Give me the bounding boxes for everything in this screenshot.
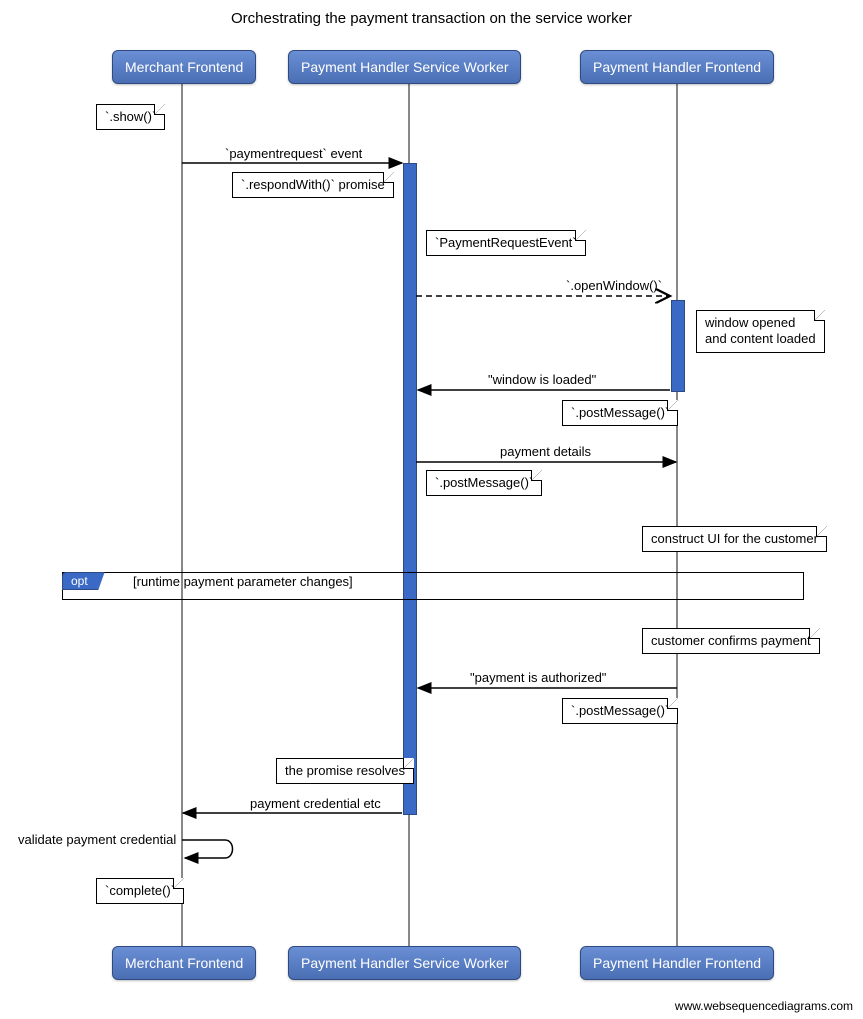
arrows-layer — [0, 0, 863, 1019]
msg-validate: validate payment credential — [18, 832, 176, 847]
msg-payment-authorized: "payment is authorized" — [470, 670, 606, 685]
sequence-diagram: Orchestrating the payment transaction on… — [0, 0, 863, 1019]
note-complete: `complete()` — [96, 878, 184, 904]
participant-frontend-top: Payment Handler Frontend — [580, 50, 774, 84]
participant-merchant-top: Merchant Frontend — [112, 50, 256, 84]
credit: www.websequencediagrams.com — [675, 999, 853, 1013]
participant-worker-top: Payment Handler Service Worker — [288, 50, 521, 84]
lifeline-merchant — [181, 84, 183, 946]
msg-paymentrequest: `paymentrequest` event — [225, 146, 362, 161]
msg-openwindow: `.openWindow()` — [566, 278, 662, 293]
participant-frontend-bottom: Payment Handler Frontend — [580, 946, 774, 980]
note-postmessage-1: `.postMessage()` — [562, 400, 678, 426]
msg-payment-details: payment details — [500, 444, 591, 459]
note-customer-confirms: customer confirms payment — [642, 628, 820, 654]
participant-merchant-bottom: Merchant Frontend — [112, 946, 256, 980]
msg-window-loaded: "window is loaded" — [488, 372, 596, 387]
opt-frame: opt [runtime payment parameter changes] — [62, 572, 804, 600]
note-paymentrequestevent: `PaymentRequestEvent` — [426, 230, 586, 256]
note-construct-ui: construct UI for the customer — [642, 526, 827, 552]
participant-worker-bottom: Payment Handler Service Worker — [288, 946, 521, 980]
activation-worker — [403, 163, 417, 815]
note-postmessage-3: `.postMessage()` — [562, 698, 678, 724]
note-show: `.show()` — [96, 104, 165, 130]
note-promise-resolves: the promise resolves — [276, 758, 414, 784]
note-postmessage-2: `.postMessage()` — [426, 470, 542, 496]
activation-frontend — [671, 300, 685, 392]
opt-guard: [runtime payment parameter changes] — [133, 574, 353, 589]
note-window-opened: window opened and content loaded — [696, 310, 825, 353]
note-window-opened-line1: window opened — [705, 315, 795, 330]
msg-payment-credential: payment credential etc — [250, 796, 381, 811]
note-window-opened-line2: and content loaded — [705, 331, 816, 346]
opt-tag: opt — [62, 572, 105, 590]
note-respondwith: `.respondWith()` promise — [232, 172, 394, 198]
diagram-title: Orchestrating the payment transaction on… — [0, 10, 863, 27]
lifeline-frontend — [676, 84, 678, 946]
